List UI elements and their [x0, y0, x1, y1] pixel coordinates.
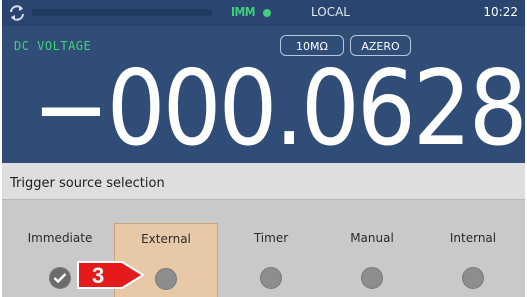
option-label: Timer: [253, 231, 289, 245]
refresh-icon[interactable]: [8, 4, 26, 22]
activity-bar: [32, 9, 212, 16]
instrument-screen: IMM LOCAL 10:22 DC VOLTAGE 10MΩ AZERO −0…: [2, 0, 525, 297]
measurement-reading: −000.0628: [32, 49, 525, 169]
trigger-status-dot: [263, 9, 271, 17]
radio-icon[interactable]: [462, 267, 484, 289]
remote-local-indicator: LOCAL: [311, 5, 350, 19]
option-label: External: [141, 232, 191, 246]
step-callout-arrow: 3: [77, 261, 145, 289]
radio-icon[interactable]: [260, 267, 282, 289]
option-label: Manual: [350, 231, 394, 245]
option-label: Internal: [449, 231, 497, 245]
clock: 10:22: [483, 5, 518, 19]
menu-title-bar: Trigger source selection: [2, 163, 525, 200]
checked-radio-icon[interactable]: [49, 267, 71, 289]
radio-icon[interactable]: [155, 268, 177, 290]
trigger-mode-indicator: IMM: [231, 5, 256, 19]
status-bar: IMM LOCAL 10:22: [2, 0, 525, 26]
option-label: Immediate: [27, 231, 93, 245]
option-timer[interactable]: Timer: [219, 223, 323, 297]
option-internal[interactable]: Internal: [421, 223, 525, 297]
callout-number: 3: [92, 263, 104, 288]
menu-title: Trigger source selection: [10, 176, 165, 191]
radio-icon[interactable]: [361, 267, 383, 289]
option-manual[interactable]: Manual: [320, 223, 424, 297]
